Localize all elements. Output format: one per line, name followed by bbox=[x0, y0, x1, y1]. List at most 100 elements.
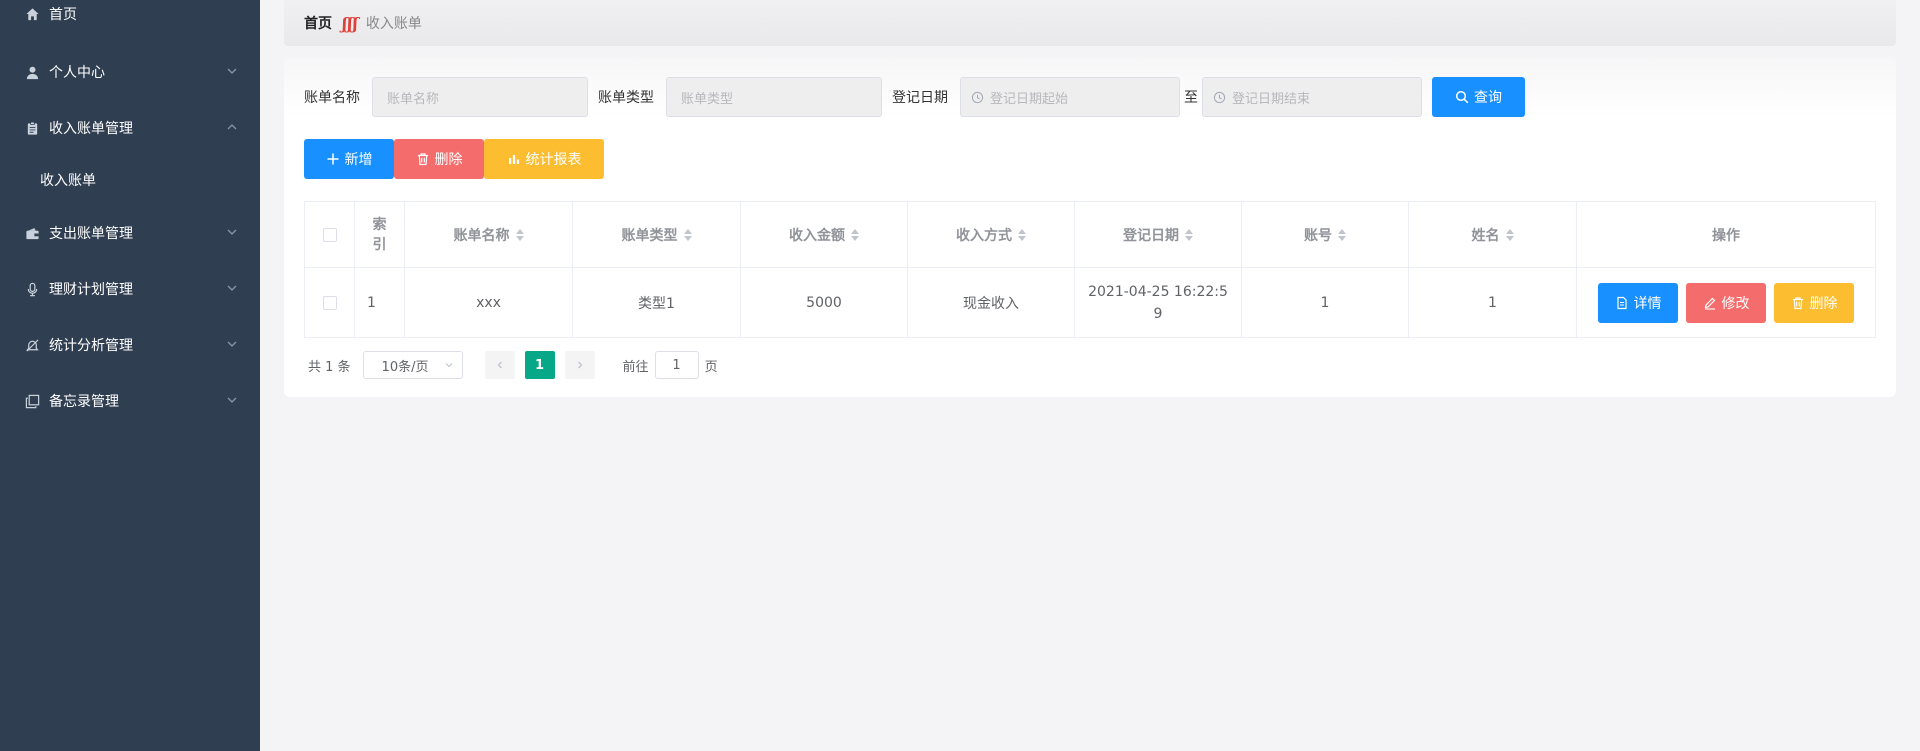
chevron-right-icon bbox=[577, 361, 582, 369]
column-header-label: 收入金额 bbox=[789, 227, 845, 244]
column-header-person-name[interactable]: 姓名 bbox=[1409, 202, 1577, 268]
column-header-account[interactable]: 账号 bbox=[1242, 202, 1409, 268]
chevron-down-icon bbox=[227, 68, 237, 74]
row-delete-button[interactable]: 删除 bbox=[1774, 283, 1854, 323]
total-count: 共 1 条 bbox=[308, 359, 351, 375]
sidebar-item-finance-plan-management[interactable]: 理财计划管理 bbox=[0, 269, 260, 309]
column-header-label: 收入方式 bbox=[956, 227, 1012, 244]
breadcrumb: 首页 ʃʃʃ 收入账单 bbox=[284, 0, 1896, 46]
bill-type-label: 账单类型 bbox=[598, 90, 654, 106]
search-icon bbox=[1455, 90, 1469, 104]
sidebar-item-statistics-management[interactable]: 统计分析管理 bbox=[0, 325, 260, 365]
chevron-up-icon bbox=[227, 124, 237, 130]
sidebar-item-label: 支出账单管理 bbox=[49, 226, 133, 242]
chevron-down-icon bbox=[227, 229, 237, 235]
breadcrumb-current: 收入账单 bbox=[365, 16, 422, 32]
chevron-left-icon bbox=[497, 361, 502, 369]
goto-label: 前往 bbox=[622, 359, 649, 375]
sidebar-item-income-bill-management[interactable]: 收入账单管理 bbox=[0, 108, 260, 148]
date-start-placeholder: 登记日期起始 bbox=[990, 91, 1069, 107]
next-page-button[interactable] bbox=[564, 351, 595, 379]
page-number-active[interactable]: 1 bbox=[524, 351, 555, 379]
sidebar-item-expense-bill-management[interactable]: 支出账单管理 bbox=[0, 213, 260, 253]
breadcrumb-home[interactable]: 首页 bbox=[304, 13, 332, 33]
income-bill-table: 索引 账单名称 账单类型 收入金额 收入方式 登记日期 账号 姓名 操作 1 x… bbox=[304, 201, 1876, 338]
bill-name-placeholder: 账单名称 bbox=[387, 91, 440, 107]
wallet-icon bbox=[24, 225, 40, 241]
add-button-label: 新增 bbox=[344, 152, 373, 168]
edit-button-label: 修改 bbox=[1721, 296, 1750, 312]
toolbar: 新增 删除 统计报表 bbox=[304, 139, 604, 179]
chevron-down-icon bbox=[445, 363, 452, 368]
row-checkbox[interactable] bbox=[322, 296, 337, 310]
column-header-label: 账单名称 bbox=[453, 227, 510, 244]
table-cell-index: 1 bbox=[355, 268, 405, 338]
date-start-input[interactable]: 登记日期起始 bbox=[960, 77, 1180, 117]
statistics-report-button-label: 统计报表 bbox=[525, 152, 582, 168]
trash-icon bbox=[417, 153, 428, 166]
table-cell-bill-type: 类型1 bbox=[573, 268, 741, 338]
sidebar-item-profile[interactable]: 个人中心 bbox=[0, 52, 260, 92]
document-icon bbox=[1616, 296, 1627, 310]
page-size-select[interactable]: 10条/页 bbox=[362, 351, 463, 379]
select-all-checkbox[interactable] bbox=[322, 227, 337, 242]
query-button[interactable]: 查询 bbox=[1432, 77, 1525, 117]
column-header-bill-type[interactable]: 账单类型 bbox=[573, 202, 741, 268]
sidebar-item-income-bill[interactable]: 收入账单 bbox=[0, 160, 260, 200]
sidebar-item-memo-management[interactable]: 备忘录管理 bbox=[0, 381, 260, 421]
statistics-report-button[interactable]: 统计报表 bbox=[484, 139, 604, 179]
detail-button-label: 详情 bbox=[1633, 296, 1662, 312]
microphone-icon bbox=[24, 281, 40, 297]
select-all-cell bbox=[305, 202, 355, 268]
column-header-label: 登记日期 bbox=[1123, 227, 1179, 244]
row-delete-button-label: 删除 bbox=[1809, 296, 1838, 312]
bill-name-input[interactable]: 账单名称 bbox=[372, 77, 588, 117]
home-icon bbox=[24, 6, 40, 22]
column-header-actions: 操作 bbox=[1577, 202, 1875, 268]
table-cell-register-date: 2021-04-25 16:22:59 bbox=[1075, 268, 1242, 338]
prev-page-button[interactable] bbox=[484, 351, 515, 379]
add-button[interactable]: 新增 bbox=[304, 139, 394, 179]
bill-type-input[interactable]: 账单类型 bbox=[666, 77, 882, 117]
column-header-index: 索引 bbox=[355, 202, 405, 268]
detail-button[interactable]: 详情 bbox=[1598, 283, 1678, 323]
batch-delete-button[interactable]: 删除 bbox=[394, 139, 484, 179]
edit-button[interactable]: 修改 bbox=[1686, 283, 1766, 323]
date-range-separator: 至 bbox=[1184, 90, 1198, 106]
copy-icon bbox=[24, 393, 40, 409]
sidebar-item-label: 收入账单 bbox=[40, 173, 96, 189]
sidebar-item-label: 首页 bbox=[49, 7, 77, 23]
sort-icon[interactable] bbox=[1505, 228, 1514, 241]
pagination: 共 1 条 10条/页 1 前往 1 页 bbox=[304, 351, 718, 379]
column-header-income-method[interactable]: 收入方式 bbox=[908, 202, 1075, 268]
table-cell-income-amount: 5000 bbox=[741, 268, 908, 338]
query-button-label: 查询 bbox=[1474, 90, 1502, 106]
breadcrumb-separator-icon: ʃʃʃ bbox=[342, 13, 358, 33]
clipboard-icon bbox=[24, 120, 40, 136]
sort-icon[interactable] bbox=[1185, 228, 1193, 241]
sidebar-item-label: 备忘录管理 bbox=[49, 394, 119, 410]
sort-icon[interactable] bbox=[1018, 228, 1026, 241]
batch-delete-button-label: 删除 bbox=[434, 152, 463, 168]
sidebar-item-home[interactable]: 首页 bbox=[0, 0, 260, 34]
date-end-input[interactable]: 登记日期结束 bbox=[1202, 77, 1422, 117]
chevron-down-icon bbox=[227, 341, 237, 347]
table-cell-actions: 详情 修改 删除 bbox=[1577, 268, 1875, 338]
bell-off-icon bbox=[24, 337, 40, 353]
register-date-label: 登记日期 bbox=[892, 90, 948, 106]
column-header-label: 操作 bbox=[1712, 227, 1740, 244]
sidebar-item-label: 个人中心 bbox=[49, 65, 105, 81]
edit-icon bbox=[1704, 297, 1715, 310]
column-header-register-date[interactable]: 登记日期 bbox=[1075, 202, 1242, 268]
sort-icon[interactable] bbox=[1338, 228, 1346, 241]
goto-page-input[interactable]: 1 bbox=[654, 351, 699, 379]
sidebar-item-label: 统计分析管理 bbox=[49, 338, 133, 354]
sort-icon[interactable] bbox=[851, 228, 859, 241]
column-header-bill-name[interactable]: 账单名称 bbox=[405, 202, 573, 268]
column-header-label: 姓名 bbox=[1471, 227, 1500, 244]
row-select-cell bbox=[305, 268, 355, 338]
bar-chart-icon bbox=[508, 155, 519, 164]
sort-icon[interactable] bbox=[515, 228, 524, 241]
sort-icon[interactable] bbox=[683, 228, 692, 241]
column-header-income-amount[interactable]: 收入金额 bbox=[741, 202, 908, 268]
